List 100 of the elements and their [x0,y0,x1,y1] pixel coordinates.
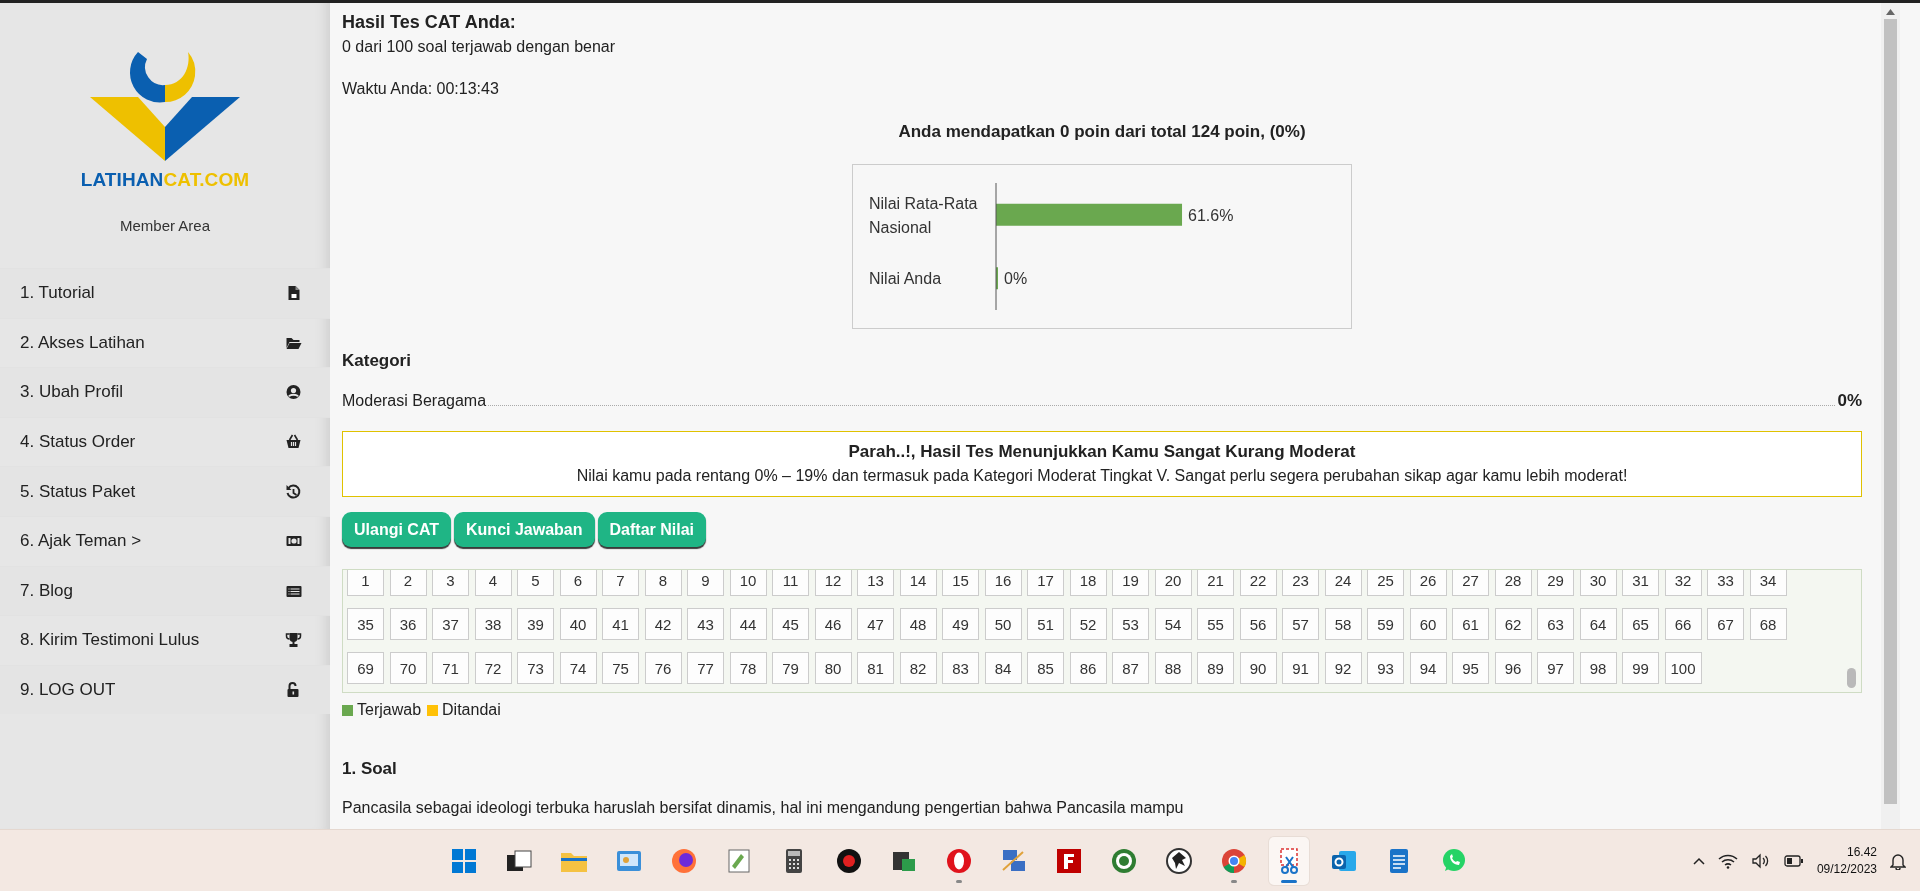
wifi-icon[interactable] [1717,852,1738,869]
question-number-button[interactable]: 31 [1622,570,1659,596]
question-number-button[interactable]: 46 [814,608,852,640]
question-number-button[interactable]: 71 [432,652,469,684]
sidebar-menu-item[interactable]: 1. Tutorial [0,268,330,318]
question-number-button[interactable]: 33 [1707,570,1744,596]
question-number-button[interactable]: 61 [1452,608,1489,640]
question-number-button[interactable]: 35 [347,608,384,640]
question-number-button[interactable]: 55 [1197,608,1234,640]
question-number-button[interactable]: 16 [984,570,1022,596]
sidebar-menu-item[interactable]: 6. Ajak Teman > [0,515,330,566]
question-number-button[interactable]: 77 [687,652,724,684]
question-number-button[interactable]: 37 [432,608,469,640]
question-number-button[interactable]: 86 [1069,652,1107,684]
question-number-button[interactable]: 20 [1154,570,1192,596]
question-number-button[interactable]: 98 [1579,652,1617,684]
question-number-button[interactable]: 68 [1749,608,1787,640]
question-number-button[interactable]: 36 [389,608,427,640]
question-number-button[interactable]: 72 [474,652,512,684]
question-number-button[interactable]: 75 [602,652,639,684]
scroll-up-icon[interactable] [1886,9,1895,15]
question-number-button[interactable]: 18 [1069,570,1107,596]
question-number-button[interactable]: 79 [772,652,809,684]
question-number-button[interactable]: 91 [1282,652,1319,684]
question-number-button[interactable]: 38 [474,608,512,640]
question-number-button[interactable]: 73 [517,652,554,684]
question-number-button[interactable]: 32 [1664,570,1702,596]
question-number-button[interactable]: 24 [1324,570,1362,596]
question-number-button[interactable]: 6 [559,570,597,596]
question-number-button[interactable]: 66 [1664,608,1702,640]
question-number-button[interactable]: 90 [1239,652,1277,684]
question-number-button[interactable]: 29 [1537,570,1574,596]
question-number-button[interactable]: 49 [942,608,979,640]
battery-icon[interactable] [1783,854,1804,867]
question-number-button[interactable]: 13 [857,570,894,596]
question-number-button[interactable]: 58 [1324,608,1362,640]
question-number-button[interactable]: 87 [1112,652,1149,684]
question-number-button[interactable]: 50 [984,608,1022,640]
question-number-button[interactable]: 7 [602,570,639,596]
question-number-button[interactable]: 100 [1664,652,1702,684]
question-number-button[interactable]: 82 [899,652,937,684]
scrollbar-thumb[interactable] [1847,668,1856,688]
question-number-button[interactable]: 2 [389,570,427,596]
question-number-button[interactable]: 15 [942,570,979,596]
question-number-button[interactable]: 83 [942,652,979,684]
question-number-button[interactable]: 92 [1324,652,1362,684]
question-number-button[interactable]: 3 [432,570,469,596]
scrollbar-thumb[interactable] [1884,19,1897,804]
question-number-button[interactable]: 51 [1027,608,1064,640]
question-number-button[interactable]: 57 [1282,608,1319,640]
sidebar-menu-item[interactable]: 9. LOG OUT [0,664,330,715]
question-number-button[interactable]: 53 [1112,608,1149,640]
question-number-button[interactable]: 52 [1069,608,1107,640]
question-number-button[interactable]: 69 [347,652,384,684]
question-number-button[interactable]: 43 [687,608,724,640]
question-number-button[interactable]: 74 [559,652,597,684]
question-number-button[interactable]: 96 [1494,652,1532,684]
question-number-button[interactable]: 14 [899,570,937,596]
question-number-button[interactable]: 9 [687,570,724,596]
question-number-button[interactable]: 30 [1579,570,1617,596]
question-number-button[interactable]: 23 [1282,570,1319,596]
question-number-button[interactable]: 45 [772,608,809,640]
question-number-button[interactable]: 11 [772,570,809,596]
question-number-button[interactable]: 78 [729,652,767,684]
question-number-button[interactable]: 89 [1197,652,1234,684]
question-number-button[interactable]: 80 [814,652,852,684]
question-number-button[interactable]: 65 [1622,608,1659,640]
question-number-button[interactable]: 22 [1239,570,1277,596]
question-number-button[interactable]: 4 [474,570,512,596]
question-number-button[interactable]: 94 [1409,652,1447,684]
question-number-button[interactable]: 76 [644,652,682,684]
question-number-button[interactable]: 10 [729,570,767,596]
question-number-button[interactable]: 95 [1452,652,1489,684]
question-number-button[interactable]: 28 [1494,570,1532,596]
question-number-button[interactable]: 25 [1367,570,1404,596]
question-number-button[interactable]: 97 [1537,652,1574,684]
question-number-button[interactable]: 1 [347,570,384,596]
question-number-button[interactable]: 59 [1367,608,1404,640]
question-number-button[interactable]: 88 [1154,652,1192,684]
speaker-icon[interactable] [1750,852,1771,869]
question-number-button[interactable]: 93 [1367,652,1404,684]
question-number-button[interactable]: 27 [1452,570,1489,596]
question-number-button[interactable]: 62 [1494,608,1532,640]
sidebar-menu-item[interactable]: 3. Ubah Profil [0,367,330,417]
question-number-button[interactable]: 60 [1409,608,1447,640]
question-number-button[interactable]: 5 [517,570,554,596]
question-number-button[interactable]: 19 [1112,570,1149,596]
question-number-button[interactable]: 39 [517,608,554,640]
question-number-button[interactable]: 47 [857,608,894,640]
question-number-button[interactable]: 64 [1579,608,1617,640]
question-number-button[interactable]: 44 [729,608,767,640]
question-number-button[interactable]: 42 [644,608,682,640]
question-number-button[interactable]: 12 [814,570,852,596]
question-number-button[interactable]: 41 [602,608,639,640]
question-number-button[interactable]: 48 [899,608,937,640]
question-number-button[interactable]: 54 [1154,608,1192,640]
bell-icon[interactable] [1890,851,1906,870]
sidebar-menu-item[interactable]: 5. Status Paket [0,466,330,516]
question-number-button[interactable]: 40 [559,608,597,640]
question-number-button[interactable]: 21 [1197,570,1234,596]
